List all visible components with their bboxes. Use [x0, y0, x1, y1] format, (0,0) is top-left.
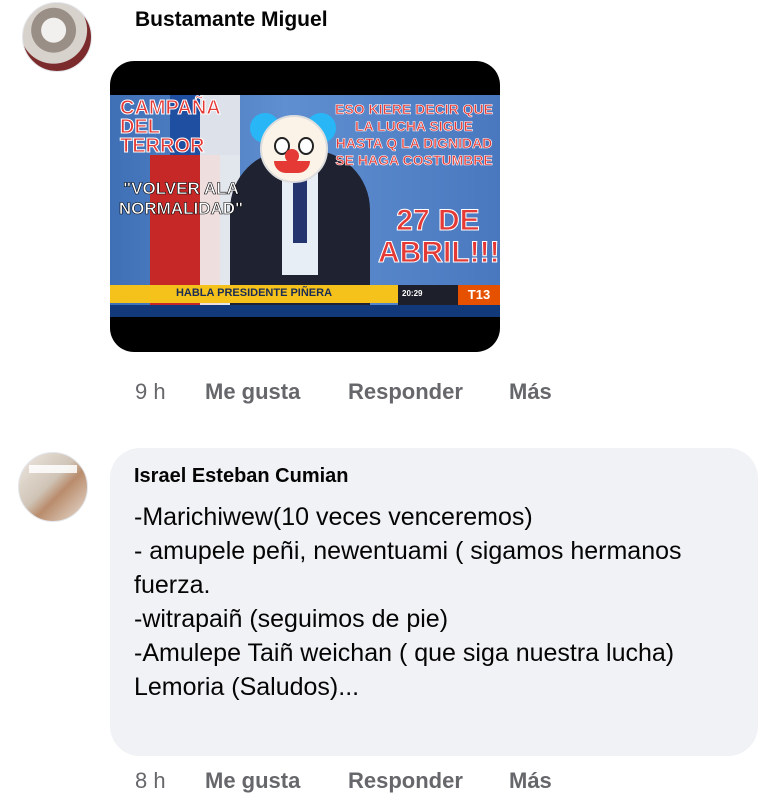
lower-third-label: HABLA PRESIDENTE PIÑERA [175, 287, 333, 299]
more-button[interactable]: Más [509, 379, 552, 405]
comment-image-attachment[interactable]: CAMPAÑA DEL TERROR "VOLVER ALA NORMALIDA… [110, 61, 500, 352]
image-caption-quote: "VOLVER ALA NORMALIDAD" [118, 179, 244, 219]
reply-button[interactable]: Responder [348, 379, 463, 405]
comment-actions: 8 h [135, 768, 166, 794]
avatar-israel-esteban-cumian[interactable] [18, 452, 88, 522]
clown-eye [298, 137, 314, 155]
reply-button[interactable]: Responder [348, 768, 463, 794]
comment-author-name[interactable]: Israel Esteban Cumian [134, 465, 349, 488]
comment-text: -Marichiwew(10 veces venceremos) - amupe… [134, 503, 682, 701]
like-button[interactable]: Me gusta [205, 768, 300, 794]
comment-timestamp[interactable]: 9 h [135, 379, 166, 404]
comment-timestamp[interactable]: 8 h [135, 768, 166, 793]
image-caption-campaign: CAMPAÑA DEL TERROR [120, 97, 221, 157]
news-ticker [110, 305, 500, 317]
like-button[interactable]: Me gusta [205, 379, 300, 405]
tv-clock: 20:29 [402, 289, 423, 298]
comment-bubble: Israel Esteban Cumian -Marichiwew(10 vec… [110, 448, 758, 756]
lower-third: HABLA PRESIDENTE PIÑERA 20:29 T13 [110, 285, 500, 305]
comment-author-name[interactable]: Bustamante Miguel [135, 8, 328, 32]
channel-logo: T13 [458, 285, 500, 305]
tv-screenshot: CAMPAÑA DEL TERROR "VOLVER ALA NORMALIDA… [110, 95, 500, 317]
avatar-bustamante-miguel[interactable] [22, 2, 92, 72]
image-caption-date: 27 DE ABRIL!!!! [378, 204, 501, 269]
image-caption-slogan: ESO KIERE DECIR QUE LA LUCHA SIGUE HASTA… [335, 101, 494, 169]
presenter-tie [293, 173, 307, 243]
more-button[interactable]: Más [509, 768, 552, 794]
comment-actions: 9 h [135, 379, 166, 405]
